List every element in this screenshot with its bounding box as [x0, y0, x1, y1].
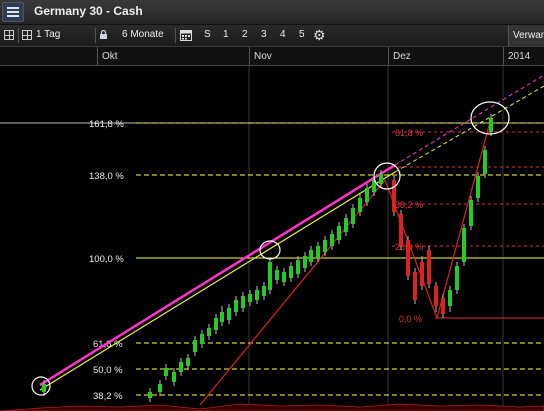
- candle-up: [248, 294, 252, 302]
- shortcut-1[interactable]: 1: [223, 29, 229, 40]
- time-label-dez: Dez: [393, 51, 411, 62]
- fib-label: 50,0 %: [93, 365, 123, 376]
- grid-icon[interactable]: [22, 30, 32, 40]
- gear-icon[interactable]: ⚙: [313, 28, 326, 42]
- candle-up: [255, 290, 259, 300]
- candle-up: [365, 188, 369, 202]
- candle-up: [148, 392, 152, 398]
- candle-up: [282, 272, 286, 282]
- calendar-icon[interactable]: [180, 29, 192, 41]
- interval-select[interactable]: 1 Tag: [36, 29, 60, 40]
- shortcut-3[interactable]: 3: [261, 29, 267, 40]
- lock-icon[interactable]: [100, 30, 107, 39]
- grid-icon[interactable]: [4, 30, 14, 40]
- candle-up: [227, 308, 231, 320]
- red-trend-lines: [199, 121, 491, 406]
- candle-down: [427, 250, 431, 284]
- candle-up: [42, 384, 46, 392]
- candle-down: [434, 286, 438, 306]
- candle-up: [323, 240, 327, 252]
- candle-up: [351, 208, 355, 224]
- candle-up: [172, 372, 176, 382]
- candle-up: [337, 226, 341, 240]
- candle-up: [489, 118, 493, 132]
- time-label-nov: Nov: [254, 51, 272, 62]
- fib-label: 38,2 %: [93, 391, 123, 402]
- shortcut-s[interactable]: S: [204, 29, 211, 40]
- candle-up: [241, 296, 245, 308]
- candle-up: [476, 176, 480, 198]
- yellow-trendline: [39, 171, 396, 391]
- candle-up: [220, 312, 224, 322]
- candle-up: [469, 200, 473, 226]
- candle-up: [330, 234, 334, 246]
- shortcut-4[interactable]: 4: [280, 29, 286, 40]
- candle-up: [193, 340, 197, 352]
- candle-up: [234, 300, 238, 312]
- candle-up: [268, 262, 272, 290]
- candle-up: [186, 358, 190, 366]
- title-bar: Germany 30 - Cash: [0, 0, 544, 25]
- magenta-trendline-extension: [394, 74, 544, 166]
- fib-label: 0,0 %: [399, 314, 422, 324]
- time-label-okt: Okt: [102, 51, 118, 62]
- candle-up: [358, 198, 362, 212]
- candle-up: [289, 266, 293, 278]
- fib-label: 100,0 %: [89, 254, 124, 265]
- candle-up: [379, 174, 383, 184]
- fib-label: 38,2 %: [395, 200, 423, 210]
- candle-down: [413, 272, 417, 300]
- verwan-tab[interactable]: Verwan: [508, 25, 544, 46]
- candle-up: [344, 218, 348, 232]
- candle-down: [399, 214, 403, 246]
- shortcut-2[interactable]: 2: [242, 29, 248, 40]
- candle-down: [406, 240, 410, 276]
- candle-up: [164, 368, 168, 376]
- candle-down: [441, 298, 445, 314]
- fib-label: 61,8 %: [395, 128, 423, 138]
- candle-up: [158, 384, 162, 392]
- candle-up: [448, 290, 452, 306]
- candle-up: [296, 260, 300, 274]
- candle-up: [200, 334, 204, 344]
- candle-up: [214, 318, 218, 330]
- toolbar: 1 Tag 6 Monate S 1 2 3 4 5 ⚙: [0, 25, 544, 47]
- time-axis: Okt Nov Dez 2014: [0, 47, 544, 66]
- shortcut-5[interactable]: 5: [299, 29, 305, 40]
- window-title: Germany 30 - Cash: [34, 4, 143, 18]
- candle-up: [462, 228, 466, 262]
- time-label-2014: 2014: [508, 51, 531, 62]
- candle-up: [179, 362, 183, 372]
- candle-up: [309, 250, 313, 262]
- magenta-trendline: [39, 163, 396, 387]
- candle-up: [483, 150, 487, 174]
- price-chart[interactable]: 161,8 % 138,0 % 100,0 % 61,8 % 50,0 % 38…: [0, 66, 544, 411]
- fib-labels-left: 161,8 % 138,0 % 100,0 % 61,8 % 50,0 % 38…: [89, 119, 124, 402]
- candle-up: [262, 286, 266, 296]
- candle-down: [392, 180, 396, 212]
- candle-up: [303, 256, 307, 268]
- range-select[interactable]: 6 Monate: [122, 29, 164, 40]
- candle-down: [420, 262, 424, 286]
- candle-up: [316, 246, 320, 258]
- volume-strip: [0, 403, 544, 411]
- menu-button[interactable]: [2, 2, 24, 22]
- candle-up: [207, 328, 211, 336]
- fib-label: 161,8 %: [89, 119, 124, 130]
- candle-up: [455, 266, 459, 290]
- fib-label: 138,0 %: [89, 171, 124, 182]
- candle-up: [275, 270, 279, 280]
